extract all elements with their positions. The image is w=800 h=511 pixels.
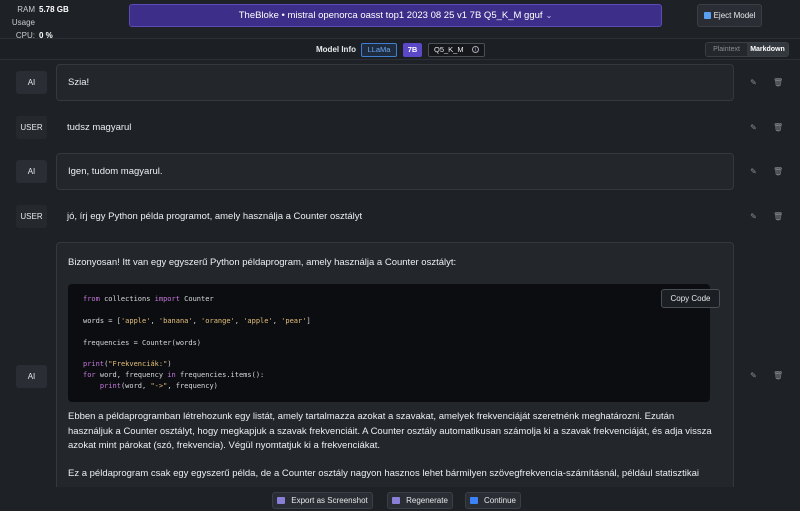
message-text: Igen, tudom magyarul.: [68, 166, 163, 177]
code-line: for word, frequency in frequencies.items…: [83, 371, 264, 379]
ram-label: RAM Usage: [11, 5, 35, 27]
info-icon[interactable]: i: [472, 46, 479, 53]
code-string: 'apple': [243, 317, 273, 325]
code-string: "Frekvenciák:": [108, 360, 168, 368]
bottom-bar: Export as Screenshot Regenerate Continue: [0, 487, 800, 511]
trash-icon[interactable]: 🗑: [773, 78, 783, 87]
message-bubble: Bizonyosan! Itt van egy egyszerű Python …: [56, 242, 734, 487]
model-selector[interactable]: TheBloke • mistral openorca oasst top1 2…: [129, 4, 662, 27]
size-tag: 7B: [403, 43, 422, 57]
quant-label: Q5_K_M: [434, 45, 464, 54]
play-icon: [469, 497, 478, 504]
model-info-label: Model Info: [316, 45, 356, 54]
code-string: 'banana': [158, 317, 193, 325]
copy-code-button[interactable]: Copy Code: [661, 289, 720, 308]
code-line: words = ['apple', 'banana', 'orange', 'a…: [83, 317, 311, 325]
top-bar: RAM Usage 5.78 GB CPU: 0 % TheBloke • mist…: [0, 0, 800, 40]
trash-icon[interactable]: 🗑: [773, 123, 783, 132]
export-label: Export as Screenshot: [291, 496, 368, 505]
code-text: , frequency): [167, 382, 218, 390]
arch-tag: LLaMa: [361, 43, 397, 57]
role-badge-ai: AI: [16, 160, 47, 183]
message-paragraph: Ebben a példaprogramban létrehozunk egy …: [68, 411, 712, 451]
code-text: ,: [272, 317, 282, 325]
quant-tag: Q5_K_M i: [428, 43, 485, 57]
eject-icon: [703, 12, 711, 19]
role-badge-ai: AI: [16, 71, 47, 94]
export-screenshot-button[interactable]: Export as Screenshot: [272, 492, 373, 509]
message-intro: Bizonyosan! Itt van egy egyszerű Python …: [68, 257, 457, 268]
trash-icon[interactable]: 🗑: [773, 212, 783, 221]
code-text: frequencies.items():: [175, 371, 265, 379]
code-text: (word,: [120, 382, 151, 390]
code-line: print("Frekvenciák:"): [83, 360, 172, 368]
role-badge-ai: AI: [16, 365, 47, 388]
message-bubble: Szia!: [56, 64, 734, 101]
message-paragraph: Ez a példaprogram csak egy egyszerű péld…: [68, 468, 700, 479]
trash-icon[interactable]: 🗑: [773, 167, 783, 176]
message-text: Szia!: [68, 77, 90, 88]
message-text: jó, írj egy Python példa programot, amel…: [67, 211, 363, 222]
trash-icon[interactable]: 🗑: [773, 371, 783, 380]
regenerate-button[interactable]: Regenerate: [387, 492, 453, 509]
format-toggle: Plaintext Markdown: [705, 42, 789, 57]
edit-icon[interactable]: ✎: [749, 371, 758, 380]
role-badge-user: USER: [16, 205, 47, 228]
code-block: from collections import Counter words = …: [68, 284, 720, 402]
resource-stats: RAM Usage 5.78 GB CPU: 0 %: [0, 3, 69, 42]
code-text: words = [: [83, 317, 121, 325]
edit-icon[interactable]: ✎: [749, 167, 758, 176]
edit-icon[interactable]: ✎: [749, 123, 758, 132]
markdown-toggle[interactable]: Markdown: [747, 43, 788, 56]
code-text: ): [167, 360, 172, 368]
code-string: 'apple': [120, 317, 151, 325]
code-string: 'orange': [201, 317, 235, 325]
code-text: Counter: [179, 295, 214, 303]
continue-button[interactable]: Continue: [465, 492, 521, 509]
code-string: 'pear': [281, 317, 307, 325]
code-text: collections: [99, 295, 155, 303]
code-keyword: from: [83, 295, 100, 303]
continue-label: Continue: [483, 496, 517, 505]
model-info-bar: Model Info LLaMa 7B Q5_K_M i Plaintext Ma…: [0, 38, 800, 60]
code-line: frequencies = Counter(words): [83, 339, 202, 347]
code-text: ,: [192, 317, 202, 325]
code-text: ]: [306, 317, 311, 325]
code-text: word, frequency: [95, 371, 168, 379]
model-name: TheBloke • mistral openorca oasst top1 2…: [238, 10, 543, 21]
ram-value: 5.78 GB: [39, 5, 69, 14]
eject-label: Eject Model: [713, 11, 756, 20]
refresh-icon: [392, 497, 401, 504]
message-text: tudsz magyarul: [67, 122, 132, 133]
regenerate-label: Regenerate: [406, 496, 448, 505]
code-line: from collections import Counter: [83, 295, 214, 303]
code-line: print(word, "->", frequency): [83, 382, 218, 390]
camera-icon: [277, 497, 286, 504]
code-keyword: in: [167, 371, 176, 379]
role-badge-user: USER: [16, 116, 47, 139]
code-text: ,: [234, 317, 244, 325]
edit-icon[interactable]: ✎: [749, 78, 758, 87]
chevron-down-icon: ⌄: [545, 11, 553, 20]
edit-icon[interactable]: ✎: [749, 212, 758, 221]
chat-area: AI Szia! ✎ 🗑 USER tudsz magyarul ✎ 🗑 AI …: [0, 60, 800, 487]
code-keyword: print: [99, 382, 121, 390]
plaintext-toggle[interactable]: Plaintext: [706, 43, 747, 56]
eject-model-button[interactable]: Eject Model: [697, 4, 762, 27]
code-keyword: import: [154, 295, 180, 303]
code-string: "->": [150, 382, 168, 390]
code-text: ,: [150, 317, 159, 325]
code-keyword: for: [83, 371, 96, 379]
message-bubble: Igen, tudom magyarul.: [56, 153, 734, 190]
code-keyword: print: [83, 360, 105, 368]
